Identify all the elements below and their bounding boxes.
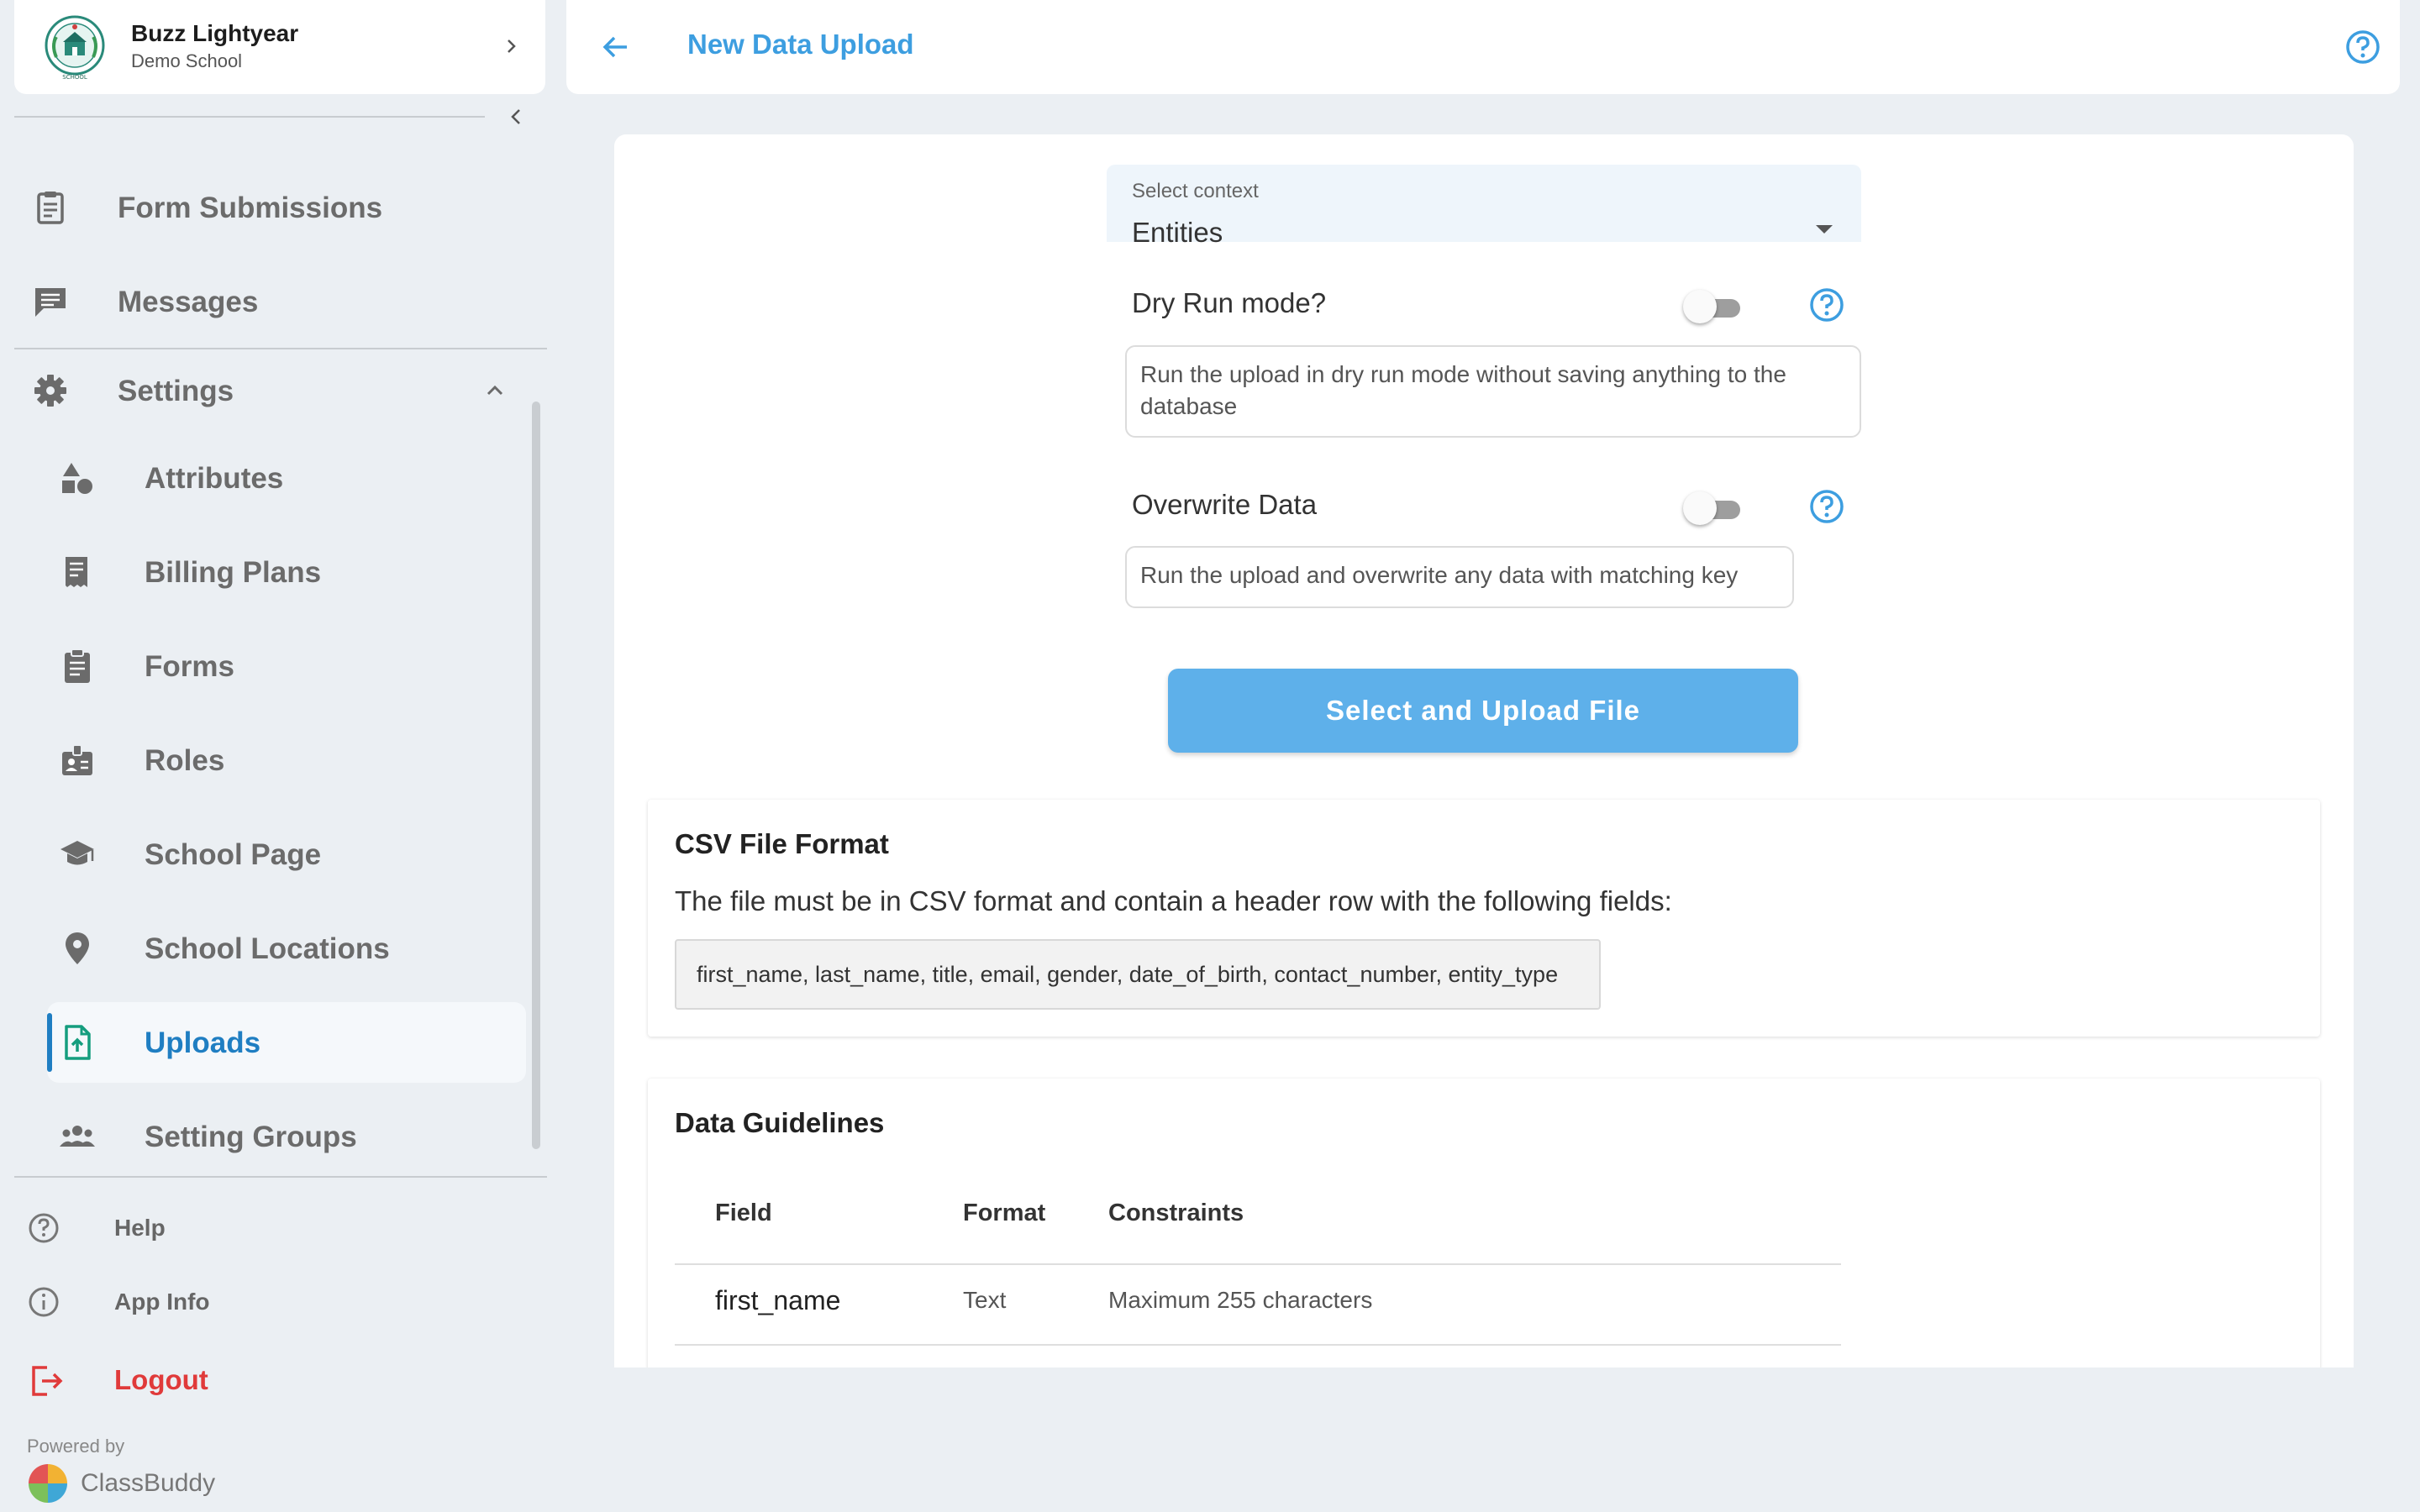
data-guidelines-section: Data Guidelines Field Format Constraints… (648, 1079, 2320, 1368)
context-select-value: Entities (1132, 217, 1223, 248)
profile-school: Demo School (131, 50, 243, 71)
divider (14, 348, 547, 349)
cell-format: Text (963, 1287, 1007, 1313)
toggle-knob (1683, 290, 1717, 323)
overwrite-label: Overwrite Data (1132, 489, 1318, 520)
csv-fields-code: first_name, last_name, title, email, gen… (675, 939, 1601, 1010)
sidebar-item-form-submissions[interactable]: Form Submissions (0, 170, 547, 245)
powered-by-text: Powered by (27, 1436, 125, 1457)
dry-run-help-icon[interactable] (1808, 286, 1845, 323)
guidelines-table: Field Format Constraints first_name Text… (675, 1188, 1841, 1368)
divider (14, 1176, 547, 1178)
sidebar: SCHOOL Buzz Lightyear Demo School Form S… (0, 0, 547, 1512)
sidebar-item-uploads[interactable]: Uploads (0, 1005, 547, 1080)
dry-run-label: Dry Run mode? (1132, 287, 1327, 318)
chevron-right-icon[interactable] (503, 34, 520, 59)
sidebar-item-label: School Page (145, 838, 322, 871)
receipt-icon (66, 557, 87, 587)
chevron-up-icon[interactable] (482, 378, 508, 403)
classbuddy-logo-icon (29, 1464, 67, 1503)
info-circle-icon (29, 1287, 59, 1317)
csv-format-text: The file must be in CSV format and conta… (675, 885, 1672, 916)
logout-icon (32, 1366, 63, 1396)
help-circle-icon (29, 1213, 59, 1243)
table-divider (675, 1263, 1841, 1265)
dropdown-caret-icon (1816, 225, 1833, 234)
csv-format-title: CSV File Format (675, 828, 889, 859)
brand: ClassBuddy (27, 1462, 215, 1504)
help-icon[interactable] (2344, 29, 2381, 66)
overwrite-description: Run the upload and overwrite any data wi… (1125, 546, 1794, 608)
upload-form-card: Select context Entities Dry Run mode? Ru… (614, 134, 2354, 1368)
select-upload-file-button[interactable]: Select and Upload File (1168, 669, 1798, 753)
overwrite-help-icon[interactable] (1808, 488, 1845, 525)
profile-card[interactable]: SCHOOL Buzz Lightyear Demo School (14, 0, 545, 94)
group-icon (60, 1126, 95, 1147)
graduation-cap-icon (60, 841, 94, 865)
context-select-label: Select context (1132, 180, 1259, 202)
brand-name: ClassBuddy (81, 1469, 216, 1497)
sidebar-item-logout[interactable]: Logout (0, 1352, 547, 1403)
profile-name: Buzz Lightyear (131, 20, 299, 46)
sidebar-item-billing-plans[interactable]: Billing Plans (0, 534, 547, 610)
sidebar-item-label: Logout (114, 1364, 208, 1395)
sidebar-item-app-info[interactable]: App Info (0, 1277, 547, 1327)
sidebar-item-label: Billing Plans (145, 556, 322, 589)
sidebar-item-label: Help (114, 1215, 166, 1241)
collapse-sidebar-icon[interactable] (504, 104, 529, 129)
sidebar-item-label: Messages (118, 286, 259, 318)
sidebar-item-school-page[interactable]: School Page (0, 816, 547, 892)
sidebar-item-school-locations[interactable]: School Locations (0, 911, 547, 986)
profile-text: Buzz Lightyear Demo School (131, 18, 298, 74)
sidebar-item-label: Form Submissions (118, 192, 383, 224)
table-divider (675, 1344, 1841, 1346)
column-header-field: Field (715, 1200, 772, 1226)
divider (14, 116, 485, 118)
cell-constraints: Maximum 255 characters (1108, 1287, 1373, 1313)
column-header-constraints: Constraints (1108, 1200, 1244, 1226)
sidebar-item-label: Settings (118, 375, 234, 407)
page-title: New Data Upload (687, 29, 914, 60)
sidebar-item-roles[interactable]: Roles (0, 722, 547, 798)
context-select[interactable]: Select context Entities (1107, 165, 1861, 248)
sidebar-item-label: Attributes (145, 462, 284, 495)
sidebar-item-label: School Locations (145, 932, 390, 965)
map-pin-icon (66, 932, 89, 964)
cell-field: first_name (715, 1285, 841, 1315)
dry-run-toggle[interactable] (1683, 287, 1745, 324)
sidebar-item-label: Setting Groups (145, 1121, 357, 1153)
column-header-format: Format (963, 1200, 1046, 1226)
gear-icon (34, 375, 66, 407)
sidebar-item-label: App Info (114, 1289, 210, 1315)
data-guidelines-title: Data Guidelines (675, 1107, 885, 1138)
sidebar-item-attributes[interactable]: Attributes (0, 440, 547, 516)
clipboard-list-icon (37, 192, 64, 224)
shapes-icon (62, 463, 92, 494)
overwrite-toggle[interactable] (1683, 489, 1745, 526)
badge-icon (62, 744, 92, 775)
sidebar-item-label: Roles (145, 744, 225, 777)
sidebar-item-label: Forms (145, 650, 234, 683)
dry-run-description: Run the upload in dry run mode without s… (1125, 345, 1861, 438)
message-icon (35, 288, 66, 317)
toggle-knob (1683, 491, 1717, 525)
sidebar-item-label: Uploads (145, 1026, 261, 1059)
clipboard-icon (65, 648, 90, 683)
back-arrow-icon[interactable] (598, 30, 632, 64)
school-logo-icon: SCHOOL (45, 15, 105, 81)
sidebar-item-forms[interactable]: Forms (0, 628, 547, 704)
file-upload-icon (65, 1025, 91, 1060)
page-header: New Data Upload (566, 0, 2400, 94)
sidebar-item-settings[interactable]: Settings (0, 353, 547, 428)
svg-text:SCHOOL: SCHOOL (62, 74, 87, 81)
csv-format-section: CSV File Format The file must be in CSV … (648, 800, 2320, 1037)
sidebar-item-help[interactable]: Help (0, 1203, 547, 1253)
sidebar-item-setting-groups[interactable]: Setting Groups (0, 1099, 547, 1174)
sidebar-item-messages[interactable]: Messages (0, 264, 547, 339)
